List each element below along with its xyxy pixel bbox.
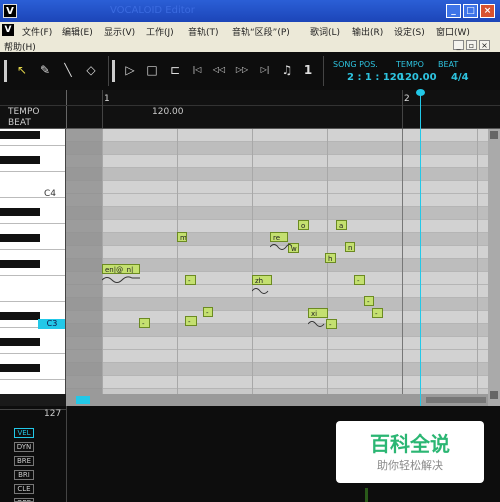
vibrato-icon bbox=[102, 276, 140, 283]
menu-render[interactable]: 输出(R) bbox=[352, 25, 383, 38]
menu-job[interactable]: 工作(J) bbox=[146, 25, 174, 38]
quantize-icon[interactable]: 1 bbox=[300, 62, 316, 78]
title-bar: V VOCALOID Editor _ □ × bbox=[0, 0, 500, 22]
beat-value[interactable]: 4/4 bbox=[451, 72, 469, 83]
song-pos-label: SONG POS. bbox=[333, 60, 378, 69]
song-pos-value[interactable]: 2 : 1 : 120 bbox=[347, 72, 404, 83]
note[interactable]: - bbox=[185, 316, 197, 326]
control-max-value: 127 bbox=[44, 409, 62, 419]
window-title: VOCALOID Editor bbox=[110, 5, 195, 16]
zoom-slider[interactable] bbox=[426, 397, 486, 403]
eraser-tool-icon[interactable]: ◇ bbox=[83, 62, 99, 78]
note[interactable]: h bbox=[325, 253, 336, 263]
note[interactable]: xi_ bbox=[308, 308, 328, 318]
menu-view[interactable]: 显示(V) bbox=[104, 25, 135, 38]
menu-track[interactable]: 音轨(T) bbox=[188, 25, 219, 38]
close-button[interactable]: × bbox=[480, 4, 495, 18]
note[interactable]: - bbox=[372, 308, 383, 318]
toolbar-separator bbox=[108, 56, 109, 86]
menu-window[interactable]: 窗口(W) bbox=[436, 25, 470, 38]
menu-settings[interactable]: 设定(S) bbox=[394, 25, 425, 38]
note[interactable]: - bbox=[203, 307, 213, 317]
document-icon[interactable]: V bbox=[2, 24, 14, 36]
cle-button[interactable]: CLE bbox=[14, 484, 34, 494]
vertical-scrollbar[interactable] bbox=[488, 129, 500, 406]
bre-button[interactable]: BRE bbox=[14, 456, 34, 466]
rewind-icon[interactable]: ◁◁ bbox=[211, 62, 227, 78]
note-grid[interactable]: en|@_n| m - - - - zh_ re_ w o a n h - - … bbox=[66, 129, 488, 394]
stop-icon[interactable]: □ bbox=[144, 62, 160, 78]
watermark: 百科全说 助你轻松解决 bbox=[336, 421, 484, 483]
c3-key-label: C3 bbox=[38, 319, 65, 329]
beat-label: BEAT bbox=[438, 60, 459, 69]
bri-button[interactable]: BRI bbox=[14, 470, 34, 480]
play-icon[interactable]: ▷ bbox=[122, 62, 138, 78]
scroll-up-icon[interactable] bbox=[490, 131, 498, 139]
note[interactable]: - bbox=[354, 275, 365, 285]
note[interactable]: zh_ bbox=[252, 275, 272, 285]
note[interactable]: n bbox=[345, 242, 355, 252]
watermark-title: 百科全说 bbox=[370, 432, 450, 456]
loop-icon[interactable]: ⊏ bbox=[167, 62, 183, 78]
note[interactable]: - bbox=[139, 318, 150, 328]
fast-forward-icon[interactable]: ▷▷ bbox=[234, 62, 250, 78]
pencil-tool-icon[interactable]: ✎ bbox=[37, 62, 53, 78]
ope-button[interactable]: OPE bbox=[14, 498, 34, 502]
metronome-icon[interactable]: ♫ bbox=[279, 62, 295, 78]
note[interactable]: m bbox=[177, 232, 187, 242]
note[interactable]: re_ bbox=[270, 232, 288, 242]
velocity-bar[interactable] bbox=[365, 488, 368, 502]
app-icon[interactable]: V bbox=[3, 4, 17, 18]
doc-close-button[interactable]: × bbox=[479, 40, 490, 50]
line-tool-icon[interactable]: ╲ bbox=[60, 62, 76, 78]
menu-part[interactable]: 音轨“区段”(P) bbox=[232, 25, 290, 38]
timeline-ruler[interactable]: 1 2 TEMPO BEAT 120.00 bbox=[0, 90, 500, 129]
go-to-start-icon[interactable]: |◁ bbox=[189, 62, 205, 78]
watermark-subtitle: 助你轻松解决 bbox=[377, 459, 443, 472]
pre-roll-region bbox=[66, 129, 102, 394]
menu-file[interactable]: 文件(F) bbox=[22, 25, 52, 38]
menu-lyrics[interactable]: 歌词(L) bbox=[310, 25, 340, 38]
measure-1-label: 1 bbox=[104, 94, 110, 104]
pointer-tool-icon[interactable]: ↖ bbox=[14, 62, 30, 78]
maximize-button[interactable]: □ bbox=[463, 4, 478, 18]
horizontal-scrollbar[interactable] bbox=[66, 394, 488, 406]
tempo-track-label: TEMPO bbox=[8, 107, 40, 117]
beat-track-label: BEAT bbox=[8, 118, 31, 128]
vibrato-icon bbox=[252, 288, 269, 294]
scroll-thumb[interactable] bbox=[76, 396, 90, 404]
menu-edit[interactable]: 编辑(E) bbox=[62, 25, 93, 38]
toolbar-separator bbox=[323, 56, 324, 86]
note[interactable]: a bbox=[336, 220, 347, 230]
doc-restore-button[interactable]: ▫ bbox=[466, 40, 477, 50]
doc-minimize-button[interactable]: _ bbox=[453, 40, 464, 50]
tempo-label: TEMPO bbox=[396, 60, 424, 69]
tempo-value[interactable]: 120.00 bbox=[398, 72, 437, 83]
scroll-down-icon[interactable] bbox=[490, 391, 498, 399]
note[interactable]: en|@_n| bbox=[102, 264, 140, 274]
note[interactable]: - bbox=[364, 296, 374, 306]
minimize-button[interactable]: _ bbox=[446, 4, 461, 18]
toolbar-grip bbox=[4, 60, 7, 82]
c4-key-label: C4 bbox=[44, 189, 57, 199]
piano-keyboard[interactable]: C4 C3 bbox=[0, 129, 66, 394]
menu-bar: V 文件(F) 编辑(E) 显示(V) 工作(J) 音轨(T) 音轨“区段”(P… bbox=[0, 22, 500, 53]
vibrato-icon bbox=[270, 244, 292, 250]
vel-button[interactable]: VEL bbox=[14, 428, 34, 438]
note[interactable]: o bbox=[298, 220, 309, 230]
note[interactable]: - bbox=[185, 275, 196, 285]
measure-2-label: 2 bbox=[404, 94, 410, 104]
go-to-end-icon[interactable]: ▷| bbox=[257, 62, 273, 78]
toolbar-grip bbox=[112, 60, 115, 82]
tempo-marker[interactable]: 120.00 bbox=[152, 107, 184, 117]
dyn-button[interactable]: DYN bbox=[14, 442, 34, 452]
vibrato-icon bbox=[308, 321, 325, 327]
